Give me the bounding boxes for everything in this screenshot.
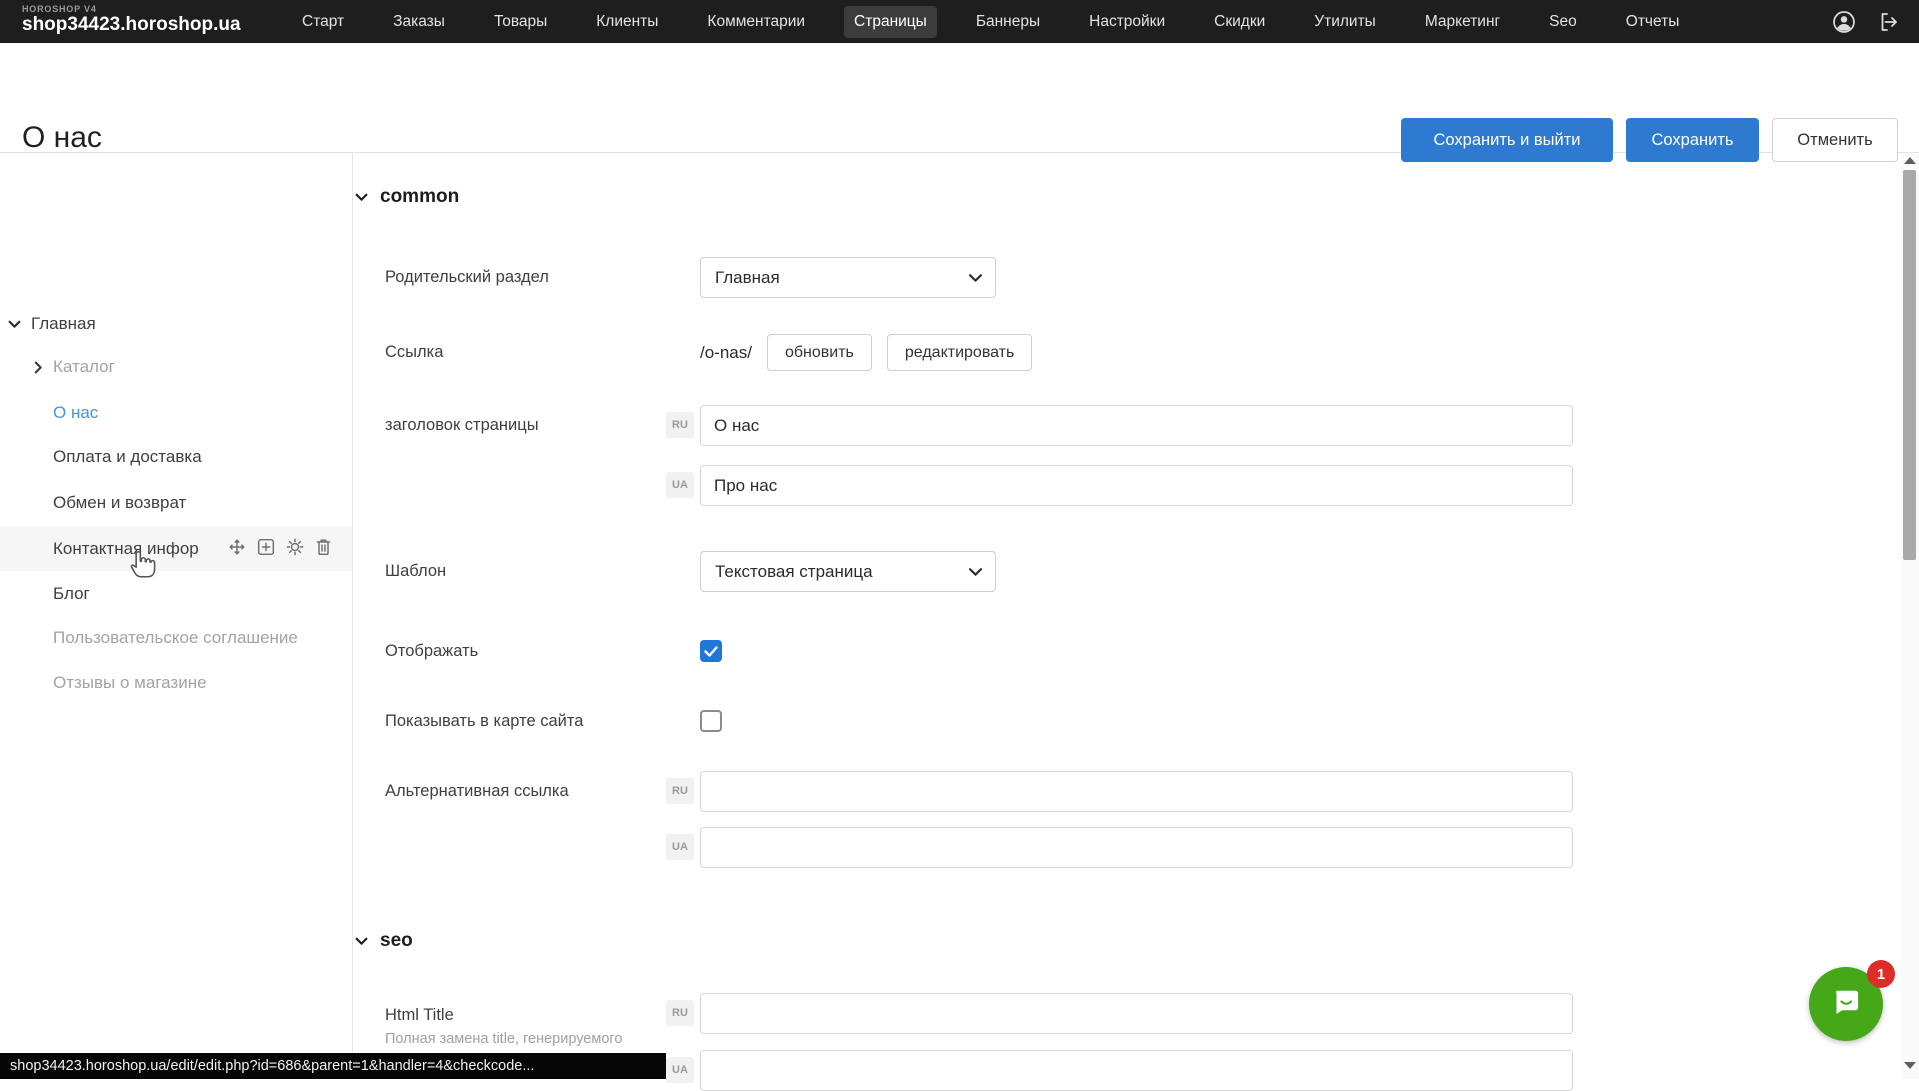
check-icon (704, 646, 718, 657)
chevron-down-icon (969, 568, 982, 577)
cancel-button[interactable]: Отменить (1772, 118, 1898, 162)
chevron-down-icon (969, 274, 982, 283)
brand-domain-label: shop34423.horoshop.ua (22, 14, 241, 36)
page-header: О нас Сохранить и выйти Сохранить Отмени… (0, 43, 1919, 153)
top-menu: Старт Заказы Товары Клиенты Комментарии … (292, 0, 1689, 43)
html-title-ua-input[interactable] (700, 1050, 1573, 1091)
scrollbar-thumb[interactable] (1903, 170, 1916, 560)
trash-icon[interactable] (315, 538, 332, 556)
template-label: Шаблон (385, 562, 446, 581)
mouse-cursor-hand (128, 546, 160, 585)
chevron-down-icon (355, 937, 368, 946)
nav-item-orders[interactable]: Заказы (383, 6, 455, 38)
html-title-hint: Полная замена title, генерируемого (385, 1031, 622, 1047)
logout-icon[interactable] (1877, 10, 1901, 34)
move-icon[interactable] (228, 538, 246, 556)
display-label: Отображать (385, 642, 478, 661)
nav-item-discounts[interactable]: Скидки (1204, 6, 1275, 38)
top-navigation-bar: HOROSHOP V4 shop34423.horoshop.ua Старт … (0, 0, 1919, 43)
nav-item-utilities[interactable]: Утилиты (1304, 6, 1386, 38)
alt-link-label: Альтернативная ссылка (385, 782, 569, 801)
sidebar-divider (352, 153, 353, 1079)
brand-logo[interactable]: HOROSHOP V4 shop34423.horoshop.ua (22, 4, 241, 36)
page-title: О нас (22, 121, 102, 155)
sitemap-checkbox[interactable] (700, 710, 722, 732)
page-title-ua-input[interactable] (700, 465, 1573, 506)
chevron-right-icon (34, 361, 43, 374)
chevron-down-icon (355, 193, 368, 202)
alt-link-ru-input[interactable] (700, 771, 1573, 812)
template-select[interactable]: Текстовая страница (700, 551, 996, 592)
chat-unread-badge: 1 (1867, 960, 1895, 988)
nav-item-banners[interactable]: Баннеры (966, 6, 1050, 38)
nav-item-clients[interactable]: Клиенты (586, 6, 668, 38)
display-checkbox[interactable] (700, 640, 722, 662)
section-common-header[interactable]: common (355, 186, 459, 208)
sidebar-item-glavnaya[interactable]: Главная (8, 313, 96, 335)
sidebar-item-katalog[interactable]: Каталог (34, 356, 115, 378)
page-title-ru-input[interactable] (700, 405, 1573, 446)
brand-version-label: HOROSHOP V4 (22, 4, 241, 14)
link-path-value: /o-nas/ (700, 343, 752, 363)
sidebar-item-otzyvy[interactable]: Отзывы о магазине (53, 672, 207, 694)
sidebar-item-kontaktnaya[interactable]: Контактная инфор (53, 538, 199, 560)
sitemap-label: Показывать в карте сайта (385, 712, 583, 731)
nav-item-marketing[interactable]: Маркетинг (1415, 6, 1510, 38)
sidebar-item-obmen[interactable]: Обмен и возврат (53, 492, 186, 514)
save-button[interactable]: Сохранить (1626, 118, 1759, 162)
nav-item-comments[interactable]: Комментарии (697, 6, 815, 38)
sidebar-item-o-nas[interactable]: О нас (53, 402, 98, 424)
link-preview-statusbar: shop34423.horoshop.ua/edit/edit.php?id=6… (0, 1053, 666, 1079)
lang-badge-ua: UA (666, 1057, 694, 1083)
lang-badge-ru: RU (666, 412, 694, 438)
save-and-exit-button[interactable]: Сохранить и выйти (1401, 118, 1613, 162)
html-title-label: Html Title (385, 1006, 454, 1025)
chevron-down-icon (8, 320, 21, 329)
sidebar-item-blog[interactable]: Блог (53, 583, 90, 605)
lang-badge-ua: UA (666, 834, 694, 860)
section-seo-header[interactable]: seo (355, 930, 413, 952)
link-label: Ссылка (385, 343, 443, 362)
add-icon[interactable] (257, 538, 275, 556)
status-url: shop34423.horoshop.ua/edit/edit.php?id=6… (0, 1058, 534, 1074)
lang-badge-ru: RU (666, 778, 694, 804)
pages-tree-sidebar: Главная Каталог О нас Оплата и доставка … (0, 153, 352, 1079)
page-title-field-label: заголовок страницы (385, 416, 539, 435)
nav-item-start[interactable]: Старт (292, 6, 354, 38)
link-edit-button[interactable]: редактировать (887, 334, 1032, 371)
lang-badge-ua: UA (666, 472, 694, 498)
account-icon[interactable] (1831, 9, 1857, 35)
nav-item-seo[interactable]: Seo (1539, 6, 1587, 38)
scrollbar-up-arrow[interactable] (1904, 157, 1916, 164)
scrollbar-down-arrow[interactable] (1904, 1062, 1916, 1069)
sidebar-item-soglashenie[interactable]: Пользовательское соглашение (53, 627, 298, 649)
parent-section-label: Родительский раздел (385, 268, 549, 287)
link-refresh-button[interactable]: обновить (767, 334, 872, 371)
chat-bubble-icon (1827, 983, 1865, 1026)
nav-item-pages[interactable]: Страницы (844, 6, 937, 38)
gear-icon[interactable] (286, 538, 304, 556)
nav-item-products[interactable]: Товары (484, 6, 557, 38)
nav-item-reports[interactable]: Отчеты (1616, 6, 1690, 38)
nav-item-settings[interactable]: Настройки (1079, 6, 1175, 38)
alt-link-ua-input[interactable] (700, 827, 1573, 868)
html-title-ru-input[interactable] (700, 993, 1573, 1034)
sidebar-item-oplata[interactable]: Оплата и доставка (53, 446, 202, 468)
lang-badge-ru: RU (666, 1000, 694, 1026)
parent-section-select[interactable]: Главная (700, 257, 996, 298)
